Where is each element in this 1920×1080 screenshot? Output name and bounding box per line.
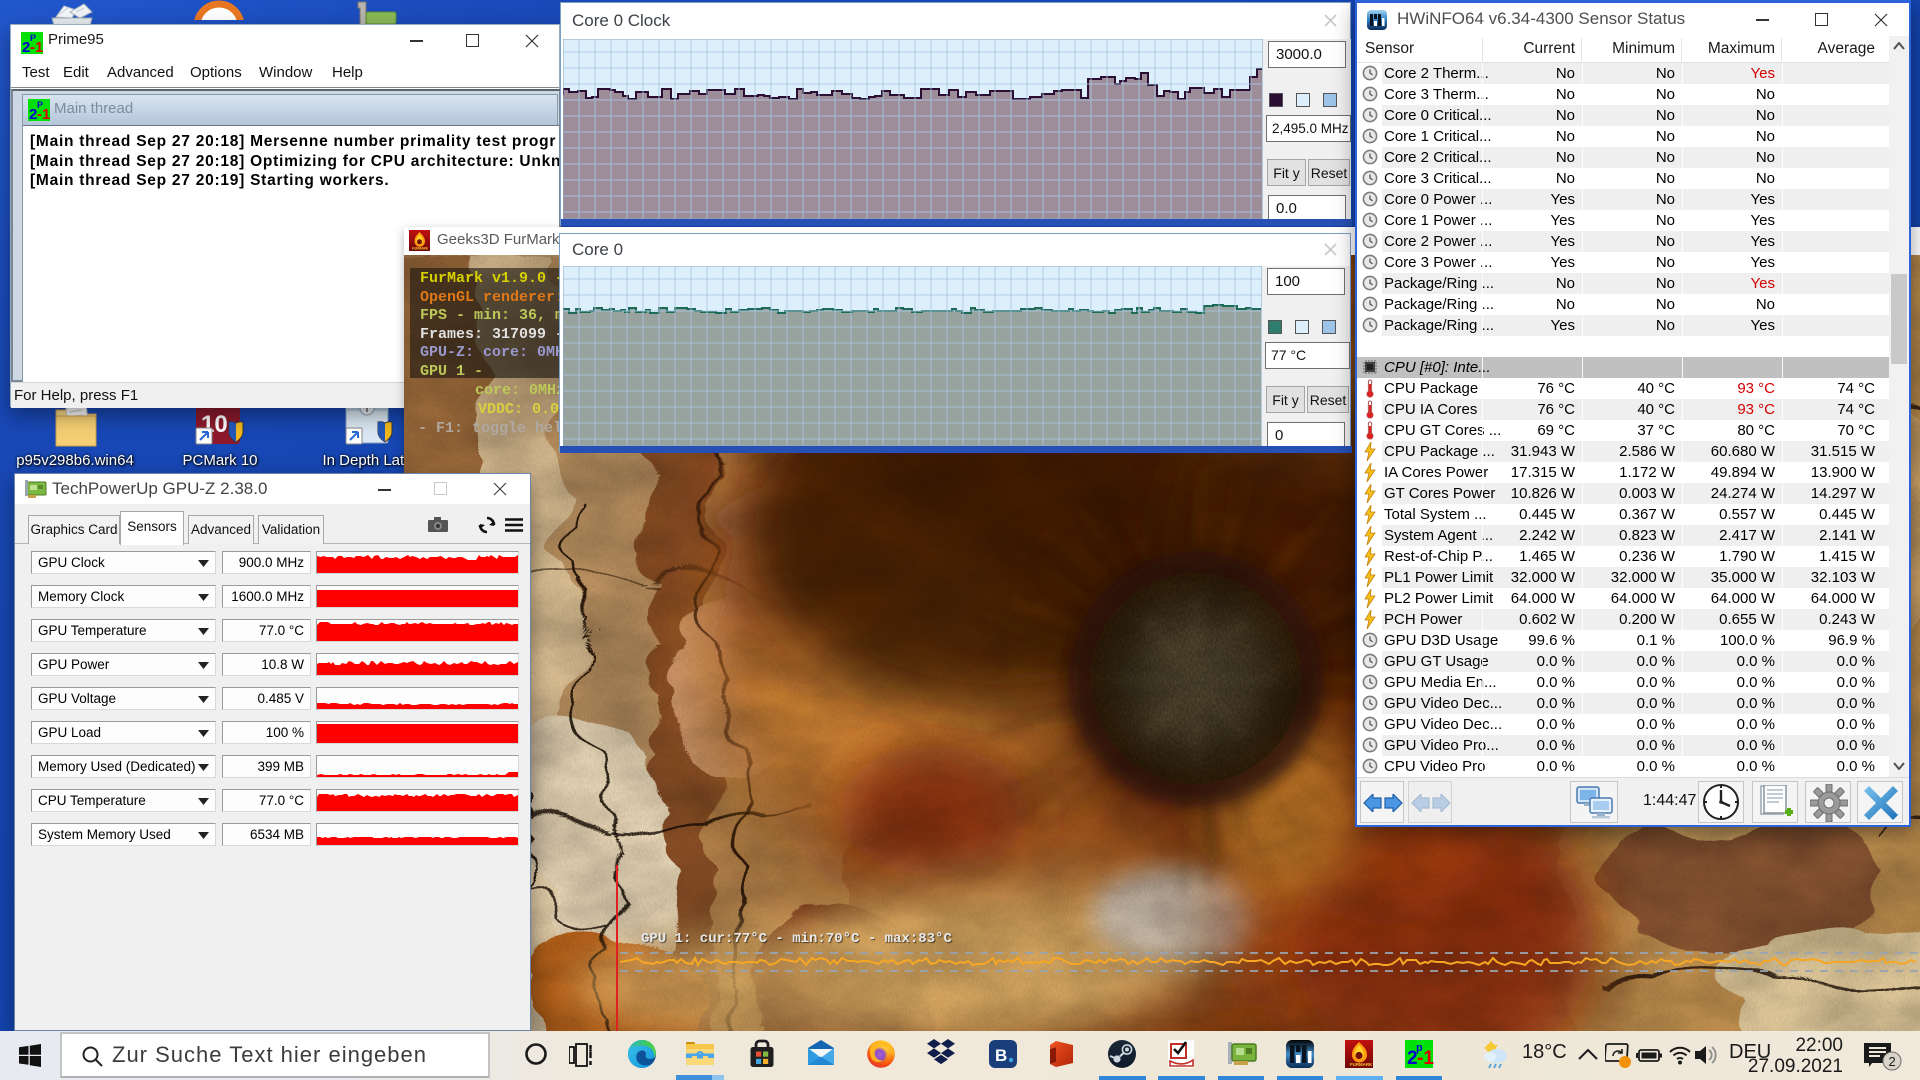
svg-text:FURMARK: FURMARK <box>412 247 429 251</box>
svg-text:B: B <box>995 1046 1007 1065</box>
svg-text:-1: -1 <box>1417 1048 1434 1069</box>
svg-text:2: 2 <box>1889 1054 1896 1069</box>
svg-text:-1: -1 <box>30 39 43 54</box>
svg-text:FURMARK: FURMARK <box>1350 1062 1373 1067</box>
svg-text:2: 2 <box>1407 1048 1418 1069</box>
svg-text:-1: -1 <box>37 106 50 121</box>
